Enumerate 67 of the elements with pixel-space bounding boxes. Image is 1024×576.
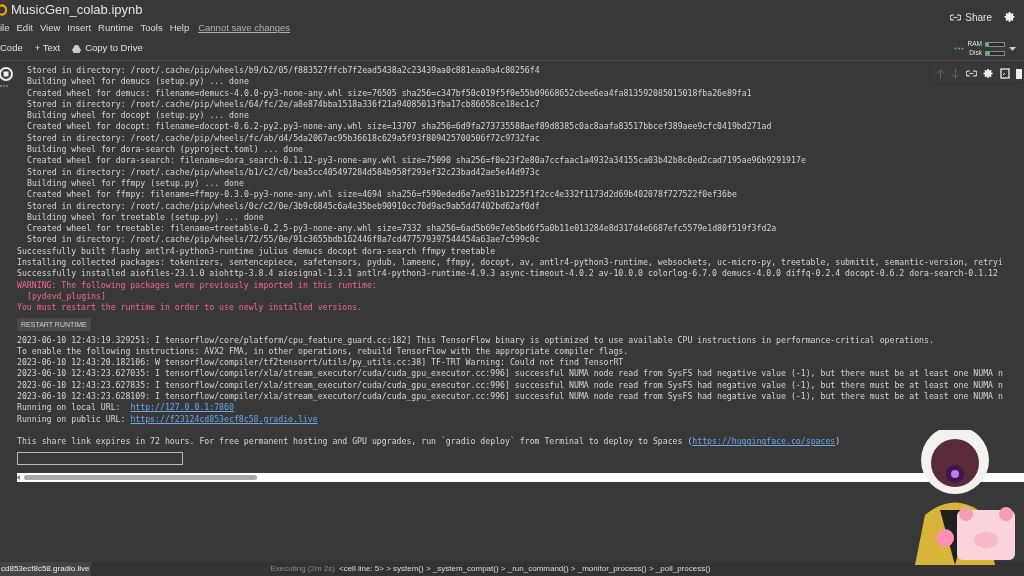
settings-icon[interactable] — [983, 68, 994, 79]
output-line: 2023-06-10 12:43:23.627835: I tensorflow/compiler/xla/stream_executor/cuda/cuda_gpu_executor.cc:996] successful NUMA node read from SysFS had negative value (-1), but there must be at least one NUMA n — [17, 379, 1003, 391]
warning-line: WARNING: The following packages were previously imported in this runtime: — [17, 279, 377, 291]
warning-line: [pydevd_plugins] — [26, 290, 106, 303]
copy-to-drive-button[interactable]: Copy to Drive — [66, 41, 149, 56]
output-line: Stored in directory: /root/.cache/pip/wheels/b1/c2/c0/bea5cc405497284d584b958f293ef32c23bad42ae5e44d973c — [26, 166, 540, 178]
link-icon[interactable] — [966, 70, 977, 77]
input-field[interactable] — [17, 451, 183, 465]
output-line: Building wheel for docopt (setup.py) ... done — [26, 110, 249, 122]
url-link[interactable]: https://f23124cd853ecf8c58.gradio.live — [130, 413, 318, 425]
output-line: Created wheel for demucs: filename=demucs-4.0.0-py3-none-any.whl size=76505 sha256=c347bf50c019f5f0e55b09668652cbee6ea4fa813592085015018fba26e89fa1 — [26, 87, 752, 99]
output-line: 2023-06-10 12:43:23.628109: I tensorflow/compiler/xla/stream_executor/cuda/cuda_gpu_executor.cc:996] successful NUMA node read from SysFS had negative value (-1), but there must be at least one NUMA n — [17, 391, 1003, 403]
output-text: Running on local URL: — [17, 402, 122, 414]
notebook-title[interactable]: MusicGen_colab.ipynb — [11, 0, 143, 20]
output-line: Created wheel for ffmpy: filename=ffmpy-0.3.0-py3-none-any.whl size=4694 sha256=f590eded6e7ae931b1225f1f2cc4e332f1173d2d69b402078f727522f0ef36be — [26, 189, 737, 201]
output-line: Stored in directory: /root/.cache/pip/wheels/64/fc/2e/a8e874bba1518a336f21a94085013fba17cb86658ce18ec1c7 — [26, 98, 540, 111]
menu-item[interactable]: Insert — [67, 21, 92, 36]
output-line: Successfully installed aiofiles-23.1.0 aiohttp-3.8.4 aiosignal-1.3.1 antlr4-python3-runtime-4.9.3 async-timeout-4.0.2 av-10.0.0 colorlog-6.7.0 demucs-4.0.0 diffq-0.2.4 docopt-0.6.2 dora-search-0.1.12 — [17, 268, 998, 280]
run-button-icon[interactable] — [0, 67, 13, 81]
warning-line: You must restart the runtime in order to use newly installed versions. — [17, 302, 363, 314]
output-line: Building wheel for dora-search (pyproject.toml) ... done — [26, 144, 304, 156]
url-link[interactable]: https://huggingface.co/spaces — [692, 436, 836, 448]
share-button[interactable]: Share — [946, 9, 996, 25]
output-line: Stored in directory: /root/.cache/pip/wheels/b9/b2/05/f883527ffcb7f2ead5438a2c23439aa0c881eaa9a4c80256f4 — [26, 65, 540, 77]
add-code-button[interactable]: Code — [0, 41, 29, 56]
output-line: Stored in directory: /root/.cache/pip/wheels/fc/ab/d4/5da2067ac95b36618c629a5f93f809425700506f72c9732fac — [26, 132, 540, 145]
output-line: Stored in directory: /root/.cache/pip/wheels/72/55/0e/91c3655bdb162446f8a7cd477579397544454a63ae7c599c0c — [26, 234, 540, 246]
output-line: Installing collected packages: tokenizers, sentencepiece, safetensors, pydub, lameenc, ffmpy, docopt, av, antlr4-python3-runtime, websockets, uc-micro-py, treetable, submitit, semantic-version, retryi — [17, 257, 1003, 269]
menu-item[interactable]: Runtime — [98, 21, 134, 36]
resource-meter — [985, 50, 1005, 56]
add-text-button[interactable]: + Text — [28, 41, 67, 56]
output-line: Building wheel for demucs (setup.py) ... done — [26, 76, 249, 88]
resource-meter — [985, 41, 1005, 47]
output-text: This share link expires in 72 hours. For free permanent hosting and GPU upgrades, run `gradio deploy` from Terminal to deploy to Spaces ( — [17, 436, 693, 448]
output-text: ) — [835, 436, 841, 448]
output-line: 2023-06-10 12:43:19.329251: I tensorflow/core/platform/cpu_feature_guard.cc:182] This TensorFlow binary is optimized to use available CPU instructions in performance-critical operations. — [17, 334, 934, 346]
menu-item[interactable]: Edit — [16, 21, 33, 36]
output-line: 2023-06-10 12:43:20.182106: W tensorflow/compiler/tf2tensorrt/utils/py_utils.cc:38] TF-TRT Warning: Could not find TensorRT — [17, 357, 624, 369]
menu-item[interactable]: Help — [169, 21, 190, 36]
output-line: Stored in directory: /root/.cache/pip/wheels/0c/c2/0e/3b9c6845c6a4e35beb90910cc70d9ac9ab5d47402bd62af0df — [26, 200, 540, 212]
menu-item[interactable]: ile — [0, 21, 10, 36]
output-line: Created wheel for docopt: filename=docopt-0.6.2-py2.py3-none-any.whl size=13707 sha256=6d9fa273735588aef89d8385c0ac8aafa83517bbcef389aee9cfc0419bd271ad — [26, 121, 772, 133]
menu-item[interactable]: Tools — [140, 21, 163, 36]
output-line: Building wheel for ffmpy (setup.py) ... done — [26, 177, 244, 190]
link-icon — [950, 13, 962, 21]
url-link[interactable]: http://127.0.0.1:7860 — [130, 402, 234, 414]
call-stack-trace: <cell line: 5> > system() > _system_compat() > _run_command() > _monitor_process() > _poll_process() — [339, 563, 711, 575]
scrollbar-thumb[interactable] — [24, 474, 257, 480]
output-line: Successfully built flashy antlr4-python3-runtime julius demucs docopt dora-search ffmpy treetable — [17, 245, 496, 258]
connected-status-icon — [953, 47, 964, 50]
output-line: 2023-06-10 12:43:23.627035: I tensorflow/compiler/xla/stream_executor/cuda/cuda_gpu_executor.cc:996] successful NUMA node read from SysFS had negative value (-1), but there must be at least one NUMA n — [17, 368, 1003, 380]
colab-logo-icon — [0, 4, 8, 16]
url-tooltip: cd853ecf8c58.gradio.live — [0, 562, 91, 576]
mirror-cell-icon[interactable] — [1000, 68, 1010, 79]
left-arrow-icon[interactable] — [17, 474, 20, 480]
output-line: Created wheel for treetable: filename=treetable-0.2.5-py3-none-any.whl size=7332 sha256=6ad5b69e7eb5bd6f5a0b11e013284e8d317d4e6687efc5579e1d80f519f3fd2a — [26, 223, 777, 235]
save-notice-link[interactable]: Cannot save changes — [198, 21, 291, 36]
output-text: Running on public URL: — [17, 413, 127, 425]
output-line: To enable the following instructions: AVX2 FMA, in other operations, rebuild TensorFlow with the appropriate compiler flags. — [17, 345, 629, 358]
output-line: Created wheel for dora-search: filename=dora_search-0.1.12-py3-none-any.whl size=75090 sha256=f0e23f2e80a7ccfaac1a4932a34155ca03b42b8c0ed2cad7195ae96b9291917e — [26, 155, 806, 167]
output-line: Building wheel for treetable (setup.py) ... done — [26, 211, 264, 224]
drive-icon — [72, 44, 82, 53]
settings-icon[interactable] — [1004, 11, 1016, 23]
caret-icon[interactable] — [1009, 46, 1016, 51]
menu-item[interactable]: View — [39, 21, 61, 36]
horizontal-scrollbar[interactable] — [17, 472, 1024, 482]
executing-status: Executing (2m 2s) — [270, 563, 335, 575]
